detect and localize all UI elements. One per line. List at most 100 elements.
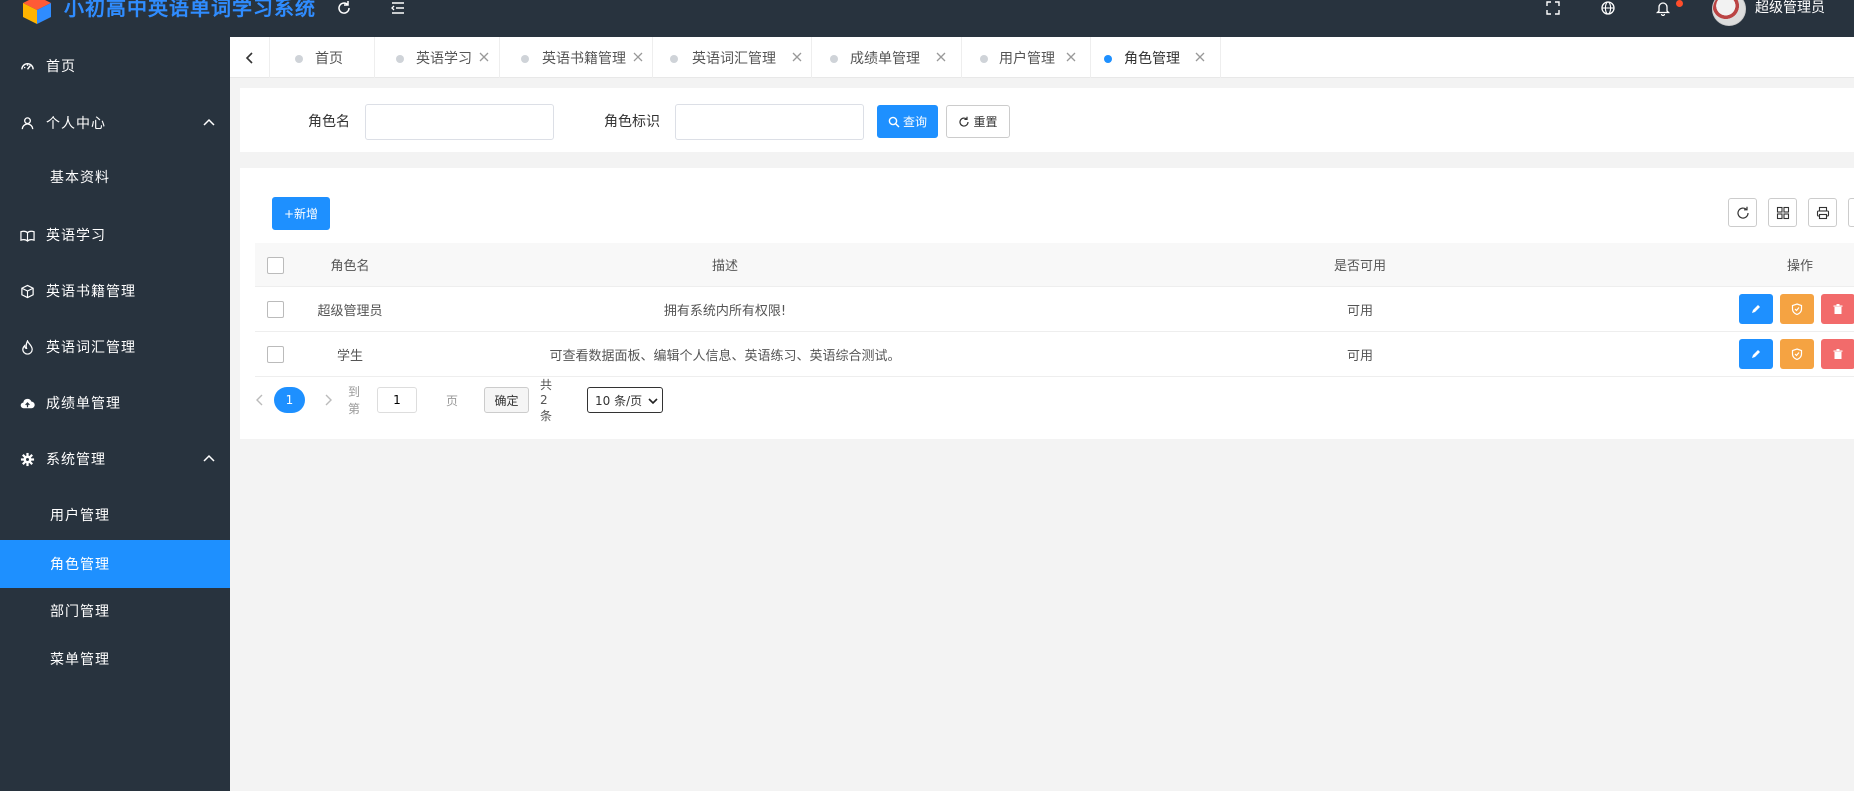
fullscreen-icon[interactable]: [1541, 0, 1565, 16]
prev-page-button[interactable]: [255, 386, 267, 414]
search-icon: [888, 116, 900, 127]
role-name-input[interactable]: [365, 104, 554, 140]
tab-home[interactable]: 首页: [271, 37, 375, 78]
sidebar-item-label: 英语书籍管理: [46, 284, 136, 300]
delete-button[interactable]: [1821, 339, 1854, 369]
chevron-right-icon: [325, 394, 332, 406]
tab-status-dot: [670, 55, 678, 63]
row-checkbox[interactable]: [267, 301, 284, 318]
goto-page-input[interactable]: [377, 387, 417, 413]
select-all-checkbox[interactable]: [267, 257, 284, 274]
tab-label: 英语书籍管理: [542, 51, 626, 67]
column-header-actions: 操作: [1786, 259, 1813, 274]
globe-icon[interactable]: [1596, 0, 1620, 16]
cell-role-name: 学生: [336, 348, 363, 364]
user-name[interactable]: 超级管理员: [1755, 0, 1825, 16]
print-button[interactable]: [1808, 198, 1837, 227]
tab-role-management[interactable]: 角色管理: [1091, 37, 1221, 78]
sidebar-item-label: 英语学习: [46, 228, 106, 244]
goto-label: 到第: [348, 385, 361, 416]
column-settings-button[interactable]: [1768, 198, 1797, 227]
page-unit-label: 页: [446, 393, 459, 408]
sidebar-item-home[interactable]: 首页: [0, 42, 230, 90]
cloud-upload-icon: [19, 395, 35, 411]
shield-icon: [1791, 348, 1803, 360]
book-icon: [19, 227, 35, 243]
table-refresh-button[interactable]: [1728, 198, 1757, 227]
sidebar-item-basic-profile[interactable]: 基本资料: [0, 153, 230, 201]
sidebar-item-label: 系统管理: [46, 452, 106, 468]
sidebar-item-department-management[interactable]: 部门管理: [0, 587, 230, 635]
cell-enabled: 可用: [1346, 348, 1373, 364]
permission-button[interactable]: [1780, 339, 1814, 369]
sidebar-item-personal-center[interactable]: 个人中心: [0, 99, 230, 147]
sidebar-item-english-study[interactable]: 英语学习: [0, 211, 230, 259]
chevron-left-icon: [256, 394, 263, 406]
tab-vocabulary-management[interactable]: 英语词汇管理: [653, 37, 812, 78]
chevron-up-icon: [203, 118, 215, 126]
refresh-icon: [1736, 206, 1749, 219]
pencil-icon: [1752, 350, 1760, 358]
delete-button[interactable]: [1821, 294, 1854, 324]
tab-bar: 首页 英语学习 英语书籍管理 英语词汇管理 成绩单管理 用户管理 角色管理: [230, 37, 1854, 78]
sidebar-item-role-management[interactable]: 角色管理: [0, 540, 230, 588]
close-icon[interactable]: [478, 51, 490, 63]
next-page-button[interactable]: [323, 386, 335, 414]
page-size-select[interactable]: 10 条/页: [587, 387, 663, 413]
goto-confirm-button[interactable]: 确定: [484, 387, 529, 413]
sidebar-item-book-management[interactable]: 英语书籍管理: [0, 267, 230, 315]
close-icon[interactable]: [935, 51, 947, 63]
edit-button[interactable]: [1739, 294, 1773, 324]
column-header-description: 描述: [711, 259, 738, 274]
dashboard-icon: [19, 58, 35, 74]
tab-user-management[interactable]: 用户管理: [962, 37, 1091, 78]
sidebar-item-label: 基本资料: [50, 170, 110, 186]
close-icon[interactable]: [791, 51, 803, 63]
reset-button-label: 重置: [973, 115, 998, 129]
close-icon[interactable]: [632, 51, 644, 63]
tab-scroll-left-button[interactable]: [230, 37, 270, 78]
menu-fold-icon[interactable]: [386, 0, 410, 16]
query-button-label: 查询: [902, 115, 927, 129]
table-row: 超级管理员 拥有系统内所有权限! 可用: [255, 287, 1854, 332]
current-page[interactable]: 1: [274, 387, 305, 413]
total-count: 共 2 条: [540, 378, 553, 423]
sidebar-item-system-management[interactable]: 系统管理: [0, 435, 230, 483]
sidebar-item-menu-management[interactable]: 菜单管理: [0, 635, 230, 683]
tab-label: 用户管理: [999, 51, 1055, 67]
sidebar-item-label: 角色管理: [50, 557, 110, 573]
chevron-down-icon: [648, 398, 658, 405]
tab-status-dot: [521, 55, 529, 63]
trash-icon: [1833, 304, 1843, 314]
tab-label: 角色管理: [1124, 51, 1180, 67]
close-icon[interactable]: [1194, 51, 1206, 63]
bell-icon[interactable]: [1651, 0, 1675, 16]
reset-button[interactable]: 重置: [946, 105, 1010, 138]
tab-english-study[interactable]: 英语学习: [375, 37, 500, 78]
tab-status-dot: [980, 55, 988, 63]
sidebar-item-user-management[interactable]: 用户管理: [0, 491, 230, 539]
permission-button[interactable]: [1780, 294, 1814, 324]
refresh-icon[interactable]: [332, 0, 356, 16]
sidebar-item-vocabulary-management[interactable]: 英语词汇管理: [0, 323, 230, 371]
edit-button[interactable]: [1739, 339, 1773, 369]
sidebar-item-transcript-management[interactable]: 成绩单管理: [0, 379, 230, 427]
tab-transcript-management[interactable]: 成绩单管理: [812, 37, 962, 78]
role-key-input[interactable]: [675, 104, 864, 140]
print-icon: [1816, 206, 1829, 219]
tab-label: 英语词汇管理: [692, 51, 776, 67]
close-icon[interactable]: [1065, 51, 1077, 63]
tab-label: 成绩单管理: [850, 51, 920, 67]
chevron-up-icon: [203, 454, 215, 462]
row-checkbox[interactable]: [267, 346, 284, 363]
query-button[interactable]: 查询: [877, 105, 938, 138]
add-button[interactable]: +新增: [272, 197, 330, 230]
avatar[interactable]: [1712, 0, 1746, 26]
page-size-value: 10 条/页: [595, 393, 643, 408]
cell-description: 可查看数据面板、编辑个人信息、英语练习、英语综合测试。: [549, 348, 901, 364]
export-button[interactable]: [1848, 198, 1854, 227]
top-bar: 小初高中英语单词学习系统 超级管理员: [0, 0, 1854, 37]
pencil-icon: [1752, 305, 1760, 313]
tab-book-management[interactable]: 英语书籍管理: [500, 37, 653, 78]
refresh-icon: [959, 116, 970, 127]
